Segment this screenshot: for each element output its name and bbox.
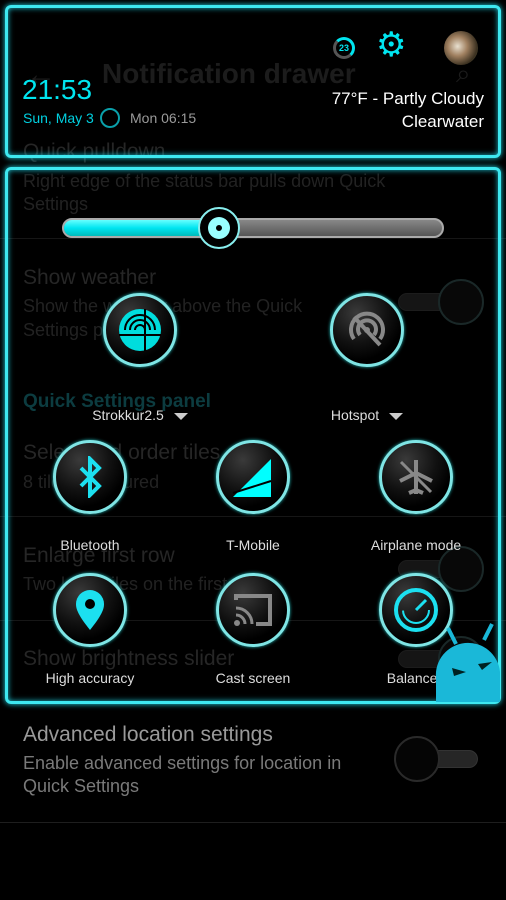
tile-label: T-Mobile xyxy=(226,537,280,553)
setting-subtitle: Quick Settings xyxy=(23,776,140,796)
cell-signal-icon xyxy=(232,459,272,497)
weather-condition[interactable]: 77°F - Partly Cloudy xyxy=(332,89,484,109)
weather-location[interactable]: Clearwater xyxy=(402,112,484,132)
brightness-icon xyxy=(207,217,230,239)
bluetooth-icon xyxy=(79,456,102,498)
alarm-clock-icon xyxy=(100,108,120,128)
battery-badge: 23 xyxy=(333,37,355,59)
wifi-icon xyxy=(119,309,161,351)
settings-gear-icon[interactable]: ⚙ xyxy=(376,28,406,62)
android-mascot-icon xyxy=(435,623,500,702)
clock-time[interactable]: 21:53 xyxy=(22,74,92,106)
hotspot-tile-label[interactable]: Hotspot xyxy=(287,407,447,423)
hotspot-label: Hotspot xyxy=(330,407,380,423)
avatar[interactable] xyxy=(444,31,478,65)
tile-label: Airplane mode xyxy=(370,537,462,553)
setting-title: Advanced location settings xyxy=(23,723,273,746)
bluetooth-tile[interactable] xyxy=(53,440,127,514)
cast-icon xyxy=(234,594,272,626)
dropdown-arrow-icon[interactable] xyxy=(389,412,404,420)
tile-label: Bluetooth xyxy=(60,537,120,553)
wifi-network-name: Strokkur2.5 xyxy=(92,407,164,423)
cast-tile[interactable] xyxy=(216,573,290,647)
location-icon xyxy=(76,590,104,630)
next-alarm[interactable]: Mon 06:15 xyxy=(130,110,196,126)
setting-subtitle: Enable advanced settings for location in xyxy=(23,753,342,773)
brightness-fill xyxy=(64,220,219,236)
brightness-slider[interactable] xyxy=(62,218,444,238)
wifi-tile[interactable] xyxy=(103,293,177,367)
airplane-off-icon xyxy=(399,460,433,495)
wifi-tile-label[interactable]: Strokkur2.5 xyxy=(60,407,220,423)
brightness-thumb[interactable] xyxy=(197,207,240,249)
date[interactable]: Sun, May 3 xyxy=(23,110,94,126)
tile-label: High accuracy xyxy=(45,670,135,686)
advanced-location-toggle[interactable] xyxy=(394,736,478,782)
hotspot-tile[interactable] xyxy=(330,293,404,367)
airplane-tile[interactable] xyxy=(379,440,453,514)
cellular-tile[interactable] xyxy=(216,440,290,514)
tile-label: Cast screen xyxy=(215,670,291,686)
dropdown-arrow-icon[interactable] xyxy=(173,412,188,420)
location-tile[interactable] xyxy=(53,573,127,647)
hotspot-off-icon xyxy=(349,311,385,347)
badge-count: 23 xyxy=(338,43,349,53)
